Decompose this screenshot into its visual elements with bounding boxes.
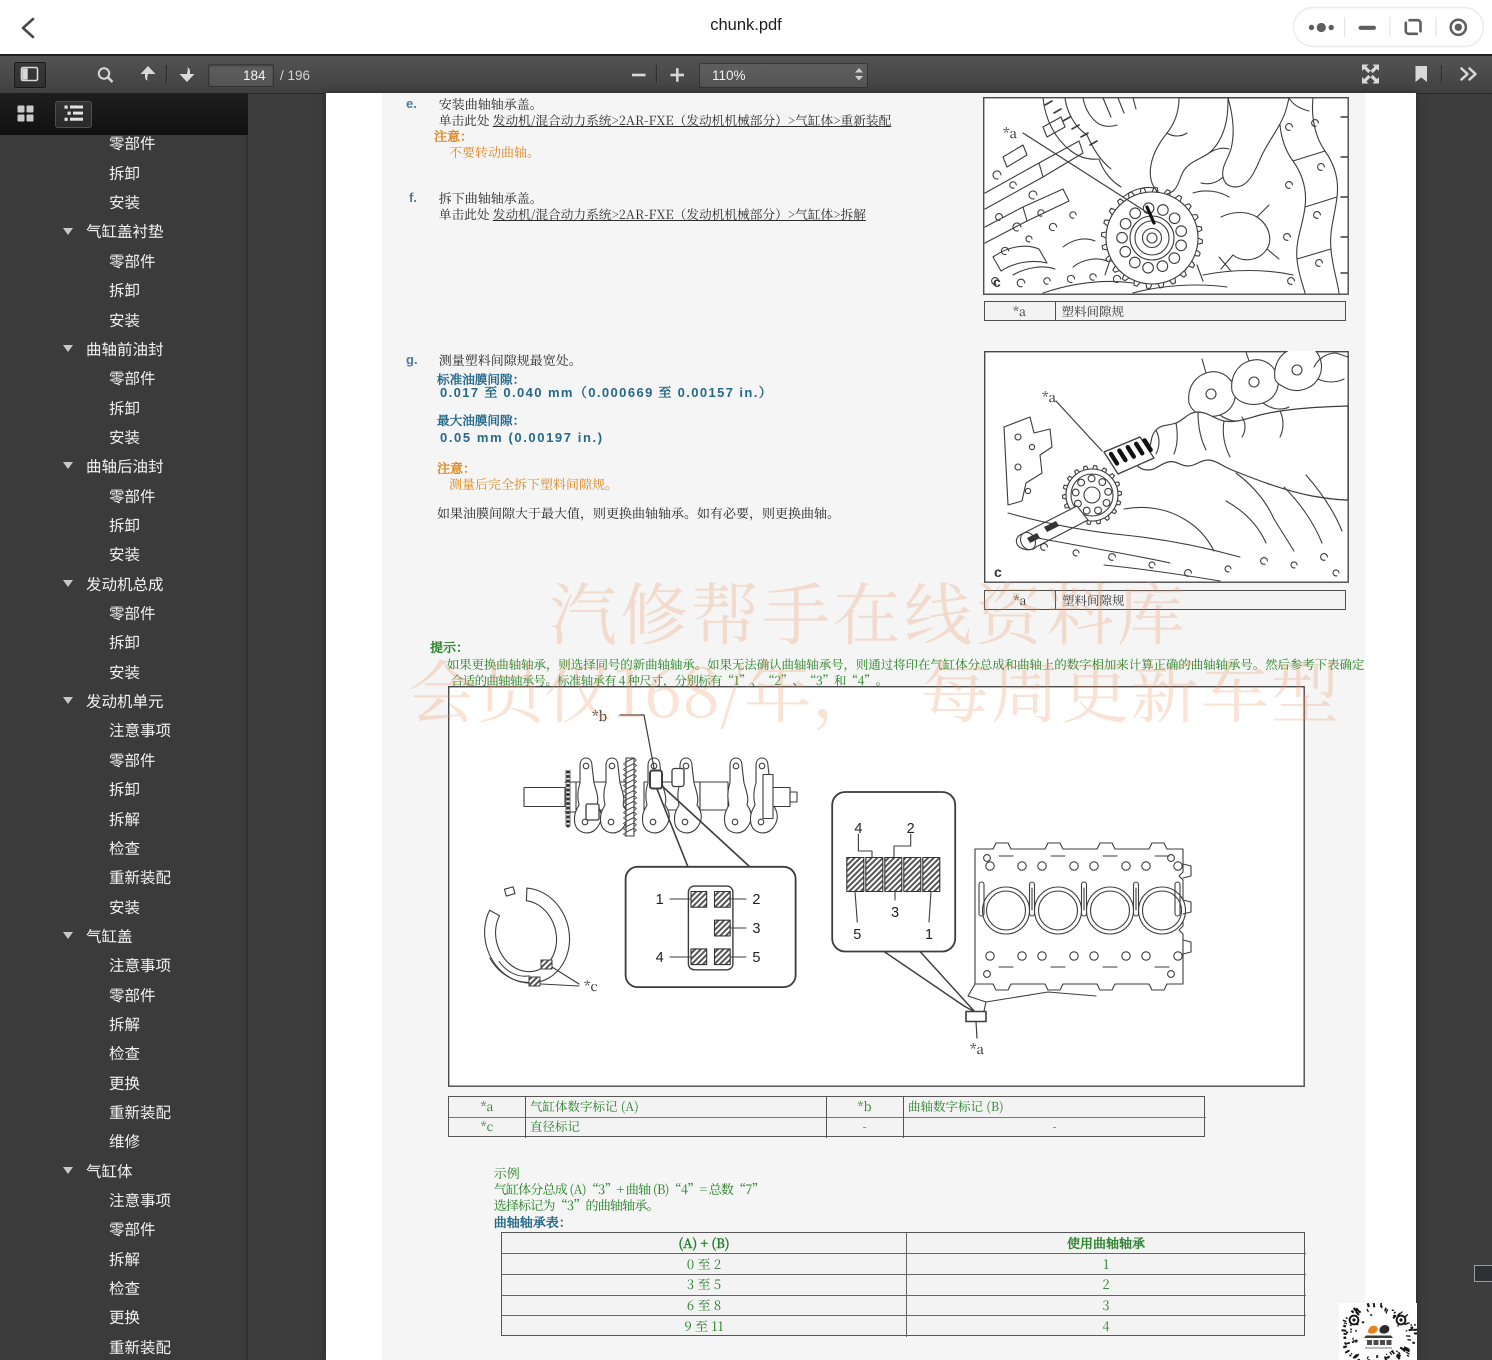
svg-text:3: 3 xyxy=(752,921,760,937)
svg-text:3: 3 xyxy=(891,905,899,921)
svg-text:c: c xyxy=(993,274,1001,290)
svg-text:2: 2 xyxy=(907,821,915,837)
svg-text:*a: *a xyxy=(970,1038,984,1058)
svg-text:*a: *a xyxy=(1042,386,1056,406)
svg-text:1: 1 xyxy=(656,892,664,908)
svg-text:*c: *c xyxy=(584,975,598,995)
svg-text:2: 2 xyxy=(752,892,760,908)
svg-text:5: 5 xyxy=(853,927,861,943)
svg-text:5: 5 xyxy=(752,950,760,966)
svg-text:4: 4 xyxy=(656,950,664,966)
svg-text:*a: *a xyxy=(1003,122,1017,142)
svg-text:4: 4 xyxy=(854,821,862,837)
svg-text:1: 1 xyxy=(925,927,933,943)
